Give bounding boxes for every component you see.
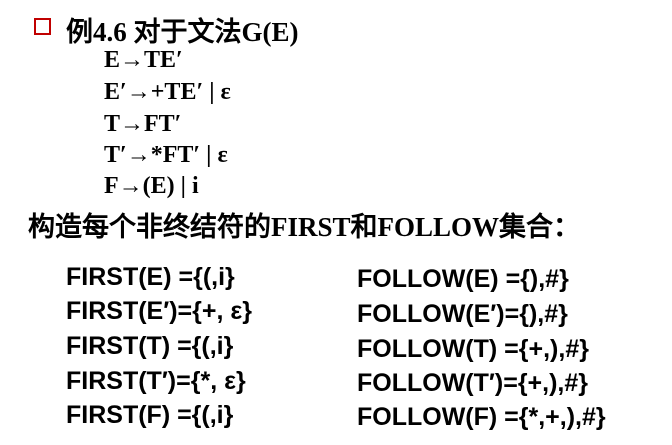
first-set: FIRST(T′)={*, ε}: [66, 367, 246, 395]
first-set: FIRST(E′)={+, ε}: [66, 297, 252, 325]
first-set: FIRST(F) ={(,i}: [66, 401, 234, 429]
production-rule: E′→+TE′ | ε: [104, 79, 231, 105]
task-heading: 构造每个非终结符的FIRST和FOLLOW集合：: [28, 212, 581, 242]
follow-set: FOLLOW(F) ={*,+,),#}: [357, 403, 606, 431]
production-rule: T→FT′: [104, 111, 182, 137]
first-set: FIRST(T) ={(,i}: [66, 332, 234, 360]
production-rule: E→TE′: [104, 47, 183, 73]
square-bullet-icon: [34, 18, 51, 35]
follow-set: FOLLOW(T) ={+,),#}: [357, 335, 589, 363]
production-rule: T′→*FT′ | ε: [104, 142, 228, 168]
follow-set: FOLLOW(T′)={+,),#}: [357, 369, 588, 397]
follow-set: FOLLOW(E′)={),#}: [357, 300, 568, 328]
follow-set: FOLLOW(E) ={),#}: [357, 265, 569, 293]
first-set: FIRST(E) ={(,i}: [66, 263, 235, 291]
example-title: 例4.6 对于文法G(E): [66, 17, 299, 47]
production-rule: F→(E) | i: [104, 173, 199, 199]
